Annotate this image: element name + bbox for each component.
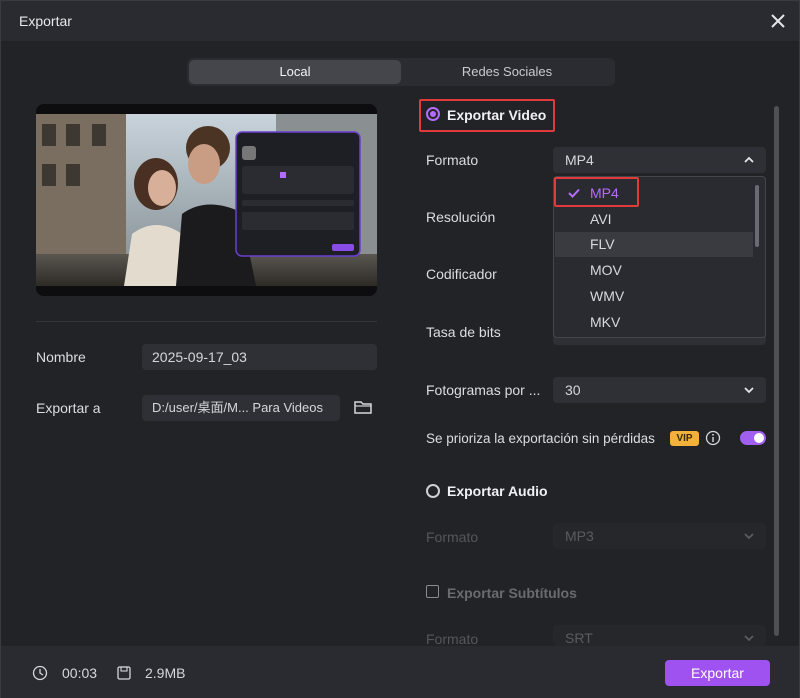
format-option-flv[interactable]: FLV: [555, 232, 753, 257]
format-option-mov[interactable]: MOV: [555, 258, 753, 283]
fps-label: Fotogramas por ...: [426, 382, 541, 398]
title-bar: Exportar: [1, 1, 799, 41]
format-option-mkv[interactable]: MKV: [555, 310, 753, 335]
subtitles-format-dropdown: SRT: [553, 625, 766, 646]
video-radio[interactable]: [426, 107, 440, 121]
export-path-field[interactable]: D:/user/桌面/M... Para Videos: [142, 395, 340, 421]
menu-scrollbar[interactable]: [755, 185, 759, 247]
lossless-toggle[interactable]: [740, 431, 766, 445]
audio-format-value: MP3: [565, 528, 594, 544]
close-icon[interactable]: [767, 10, 789, 32]
video-preview: [36, 104, 377, 296]
encoder-label: Codificador: [426, 266, 497, 282]
lossless-label: Se prioriza la exportación sin pérdidas: [426, 431, 655, 446]
info-icon[interactable]: [705, 430, 721, 446]
bitrate-label: Tasa de bits: [426, 324, 501, 340]
tab-local[interactable]: Local: [189, 60, 401, 84]
audio-section-title[interactable]: Exportar Audio: [447, 483, 548, 499]
fps-dropdown[interactable]: 30: [553, 377, 766, 403]
folder-icon[interactable]: [353, 397, 373, 417]
file-size-text: 2.9MB: [145, 665, 186, 681]
export-tabs: Local Redes Sociales: [187, 58, 615, 86]
mp4-option-highlight: [554, 177, 639, 207]
format-option-wmv[interactable]: WMV: [555, 284, 753, 309]
vip-badge: VIP: [670, 431, 699, 446]
audio-radio[interactable]: [426, 484, 440, 498]
format-dropdown[interactable]: MP4: [553, 147, 766, 173]
duration-text: 00:03: [62, 665, 98, 681]
audio-format-label: Formato: [426, 529, 479, 545]
subtitles-format-value: SRT: [565, 630, 593, 646]
dialog-title: Exportar: [19, 13, 72, 29]
export-dialog: Exportar Local Redes Sociales Nombre 202…: [0, 0, 800, 698]
chevron-down-icon: [744, 387, 754, 394]
tab-social[interactable]: Redes Sociales: [401, 60, 613, 84]
video-section-title[interactable]: Exportar Video: [447, 107, 546, 123]
name-label: Nombre: [36, 349, 86, 365]
save-size-icon: [117, 666, 131, 680]
subtitles-section-title[interactable]: Exportar Subtítulos: [447, 585, 577, 601]
format-value: MP4: [565, 152, 594, 168]
clock-icon: [32, 665, 48, 681]
subtitles-checkbox[interactable]: [426, 585, 439, 598]
format-label: Formato: [426, 152, 479, 168]
chevron-down-icon: [744, 533, 754, 540]
preview-image: [36, 104, 377, 296]
subtitles-format-label: Formato: [426, 631, 479, 647]
left-divider: [36, 321, 377, 322]
format-option-avi[interactable]: AVI: [555, 207, 753, 232]
name-input[interactable]: 2025-09-17_03: [142, 344, 377, 370]
chevron-down-icon: [744, 635, 754, 642]
export-to-label: Exportar a: [36, 400, 101, 416]
settings-scrollbar[interactable]: [774, 106, 779, 636]
fps-value: 30: [565, 382, 581, 398]
resolution-label: Resolución: [426, 209, 496, 225]
audio-format-dropdown: MP3: [553, 523, 766, 549]
chevron-up-icon: [744, 156, 754, 163]
export-button[interactable]: Exportar: [665, 660, 770, 686]
